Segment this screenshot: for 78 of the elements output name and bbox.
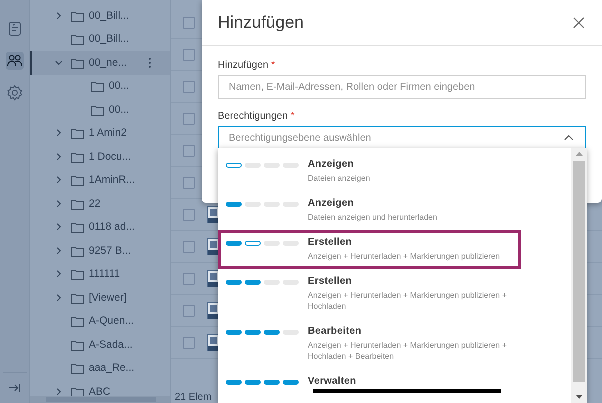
tree-item[interactable]: A-Sada... — [30, 333, 170, 356]
folder-icon — [70, 173, 85, 188]
horizontal-scrollbar[interactable] — [30, 396, 170, 403]
permission-option[interactable]: Anzeigen Dateien anzeigen — [218, 152, 521, 191]
option-title: Erstellen — [308, 276, 354, 288]
option-description: Anzeigen + Herunterladen + Markierungen publizieren — [308, 251, 500, 262]
option-title: Verwalten — [308, 376, 356, 388]
folder-icon — [70, 126, 85, 140]
permission-option[interactable]: Erstellen Anzeigen + Herunterladen + Markierungen publizieren + Hochladen — [218, 269, 521, 319]
permission-option[interactable]: Bearbeiten Anzeigen + Herunterladen + Markierungen publizieren + Hochladen + Bearbeiten — [218, 319, 521, 369]
row-checkbox[interactable] — [183, 80, 195, 92]
tree-item[interactable]: 00... — [30, 74, 170, 98]
chevron-right-icon[interactable] — [54, 10, 64, 21]
folder-icon — [70, 220, 85, 234]
tree-item[interactable]: 00_Bill... — [30, 4, 170, 28]
dialog-title: Hinzufügen — [218, 12, 306, 32]
row-checkbox[interactable] — [183, 144, 195, 156]
field-label: Berechtigungen * — [218, 111, 296, 122]
chevron-right-icon[interactable] — [54, 269, 64, 280]
row-checkbox[interactable] — [183, 208, 195, 220]
people-icon[interactable] — [6, 52, 24, 70]
permission-select[interactable]: Berechtigungsebene auswählen — [218, 126, 586, 150]
input-field[interactable]: Namen, E-Mail-Adressen, Rollen oder Firmen eingeben — [218, 75, 586, 99]
scroll-down-icon — [574, 394, 584, 400]
tree-item[interactable]: 1 Docu... — [30, 145, 170, 168]
tree-item[interactable]: 0118 ad... — [30, 216, 170, 239]
row-checkbox[interactable] — [183, 272, 195, 284]
row-checkbox[interactable] — [183, 48, 195, 60]
chevron-right-icon[interactable] — [54, 222, 64, 232]
folder-icon — [70, 314, 85, 328]
tree-item[interactable]: 00_ne... — [30, 51, 170, 74]
option-description: Anzeigen + Herunterladen + Markierungen publizieren + Hochladen + Bearbeiten — [308, 340, 508, 362]
chevron-right-icon[interactable] — [54, 175, 64, 186]
chevron-right-icon[interactable] — [54, 152, 64, 162]
chevron-right-icon[interactable] — [54, 198, 64, 209]
tree-item[interactable]: A-Quen... — [30, 310, 170, 333]
row-checkbox[interactable] — [183, 176, 195, 188]
option-description: Anzeigen + Herunterladen + Markierungen publizieren + Hochladen — [308, 290, 508, 312]
row-checkbox[interactable] — [183, 112, 195, 124]
option-title: Erstellen — [308, 237, 354, 249]
chevron-right-icon[interactable] — [54, 128, 64, 138]
row-checkbox[interactable] — [183, 304, 195, 316]
folder-icon — [90, 79, 105, 94]
permission-option[interactable]: Anzeigen Dateien anzeigen und herunterladen — [218, 191, 521, 230]
permission-option[interactable]: Verwalten — [218, 369, 521, 395]
option-title: Bearbeiten — [308, 326, 363, 338]
vertical-scrollbar[interactable] — [571, 148, 587, 403]
more-icon — [148, 56, 152, 69]
chevron-right-icon[interactable] — [54, 246, 64, 256]
tree-item[interactable]: 22 — [30, 192, 170, 216]
permission-option[interactable]: Erstellen Anzeigen + Herunterladen + Markierungen publizieren — [218, 230, 521, 269]
chevron-right-icon[interactable] — [54, 386, 64, 397]
tree-item[interactable]: 111111 — [30, 262, 170, 286]
tree-item[interactable]: aaa_Re... — [30, 356, 170, 380]
field-label: Hinzufügen * — [218, 60, 276, 71]
tree-item[interactable]: 1 Amin2 — [30, 122, 170, 145]
chevron-up-icon — [564, 134, 574, 142]
option-title: Anzeigen — [308, 159, 356, 171]
row-checkbox[interactable] — [183, 240, 195, 252]
row-checkbox[interactable] — [183, 336, 195, 348]
close-icon — [572, 16, 586, 30]
tree-item[interactable]: 1AminR... — [30, 168, 170, 192]
folder-icon — [70, 267, 85, 282]
folder-icon — [70, 32, 85, 46]
tree-item[interactable]: 00_Bill... — [30, 28, 170, 51]
close-button[interactable] — [572, 16, 586, 30]
settings-icon[interactable] — [6, 84, 24, 102]
tree-item[interactable]: 00... — [30, 98, 170, 122]
chevron-right-icon[interactable] — [54, 292, 64, 303]
tree-item[interactable]: [Viewer] — [30, 286, 170, 310]
option-title: Anzeigen — [308, 198, 356, 210]
collapse-icon[interactable] — [8, 382, 22, 394]
tree-item[interactable]: 9257 B... — [30, 239, 170, 262]
folder-icon — [70, 361, 85, 376]
option-description: Dateien anzeigen und herunterladen — [308, 212, 438, 223]
option-description: Dateien anzeigen — [308, 173, 370, 184]
row-checkbox[interactable] — [183, 16, 195, 28]
item-count: 21 Elem — [175, 392, 212, 403]
